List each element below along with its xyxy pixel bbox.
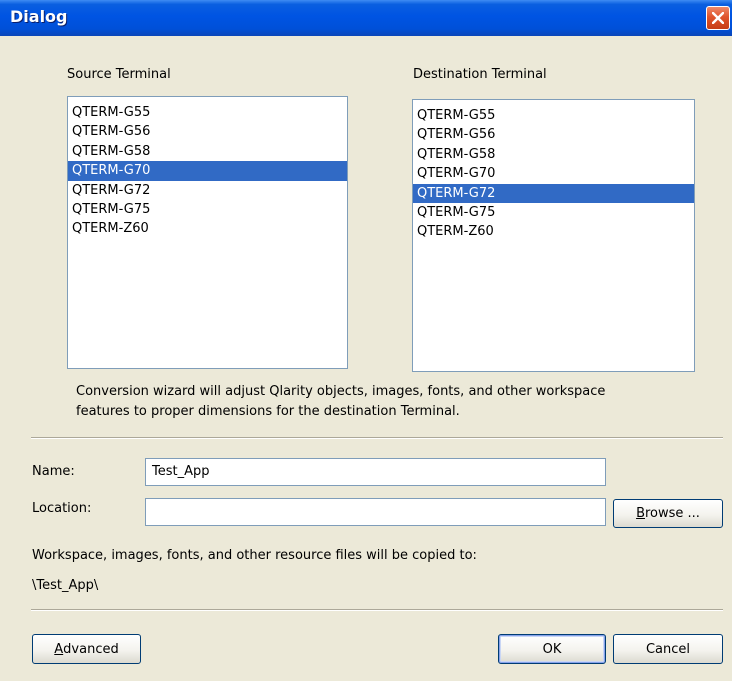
copy-path: \Test_App\ bbox=[32, 578, 99, 593]
name-field[interactable]: Test_App bbox=[145, 458, 606, 486]
destination-terminal-item[interactable]: QTERM-G72 bbox=[413, 183, 694, 203]
advanced-button[interactable]: Advanced bbox=[32, 634, 141, 664]
advanced-label: dvanced bbox=[63, 641, 119, 657]
name-label: Name: bbox=[32, 464, 75, 479]
title-bar: Dialog bbox=[0, 0, 732, 36]
browse-button[interactable]: Browse ... bbox=[613, 499, 723, 528]
source-terminal-item[interactable]: QTERM-Z60 bbox=[68, 219, 347, 238]
cancel-label: Cancel bbox=[645, 641, 691, 657]
advanced-mnemonic: A bbox=[54, 641, 64, 657]
location-label: Location: bbox=[32, 501, 92, 516]
conversion-info-line2: features to proper dimensions for the de… bbox=[76, 404, 460, 419]
window-title: Dialog bbox=[10, 7, 68, 26]
source-terminal-item[interactable]: QTERM-G55 bbox=[68, 103, 347, 122]
destination-terminal-list[interactable]: QTERM-G55 QTERM-G56 QTERM-G58 QTERM-G70 QTER… bbox=[412, 99, 695, 372]
source-terminal-item[interactable]: QTERM-G75 bbox=[68, 200, 347, 219]
destination-terminal-label: Destination Terminal bbox=[413, 67, 547, 82]
destination-terminal-item[interactable]: QTERM-G55 bbox=[413, 106, 694, 125]
ok-label: OK bbox=[542, 641, 562, 657]
destination-terminal-item[interactable]: QTERM-G75 bbox=[413, 203, 694, 222]
destination-terminal-item[interactable]: QTERM-Z60 bbox=[413, 222, 694, 241]
source-terminal-item[interactable]: QTERM-G72 bbox=[68, 181, 347, 200]
source-terminal-item[interactable]: QTERM-G58 bbox=[68, 142, 347, 161]
source-terminal-list[interactable]: QTERM-G55 QTERM-G56 QTERM-G58 QTERM-G70 QTER… bbox=[67, 96, 348, 369]
browse-mnemonic: B bbox=[636, 506, 645, 521]
ok-button[interactable]: OK bbox=[498, 634, 606, 664]
source-terminal-item[interactable]: QTERM-G56 bbox=[68, 122, 347, 141]
destination-terminal-item[interactable]: QTERM-G58 bbox=[413, 145, 694, 164]
source-terminal-item[interactable]: QTERM-G70 bbox=[68, 161, 347, 181]
location-field[interactable] bbox=[145, 498, 606, 526]
separator-bottom bbox=[31, 609, 723, 611]
separator-top bbox=[31, 437, 723, 439]
source-terminal-label: Source Terminal bbox=[67, 67, 171, 82]
browse-label: rowse ... bbox=[644, 506, 700, 521]
close-button[interactable] bbox=[706, 6, 730, 30]
copy-note: Workspace, images, fonts, and other reso… bbox=[32, 548, 477, 563]
cancel-button[interactable]: Cancel bbox=[613, 634, 723, 664]
conversion-info-line1: Conversion wizard will adjust Qlarity ob… bbox=[76, 384, 606, 399]
destination-terminal-item[interactable]: QTERM-G70 bbox=[413, 164, 694, 183]
close-icon bbox=[712, 12, 724, 24]
destination-terminal-item[interactable]: QTERM-G56 bbox=[413, 125, 694, 144]
